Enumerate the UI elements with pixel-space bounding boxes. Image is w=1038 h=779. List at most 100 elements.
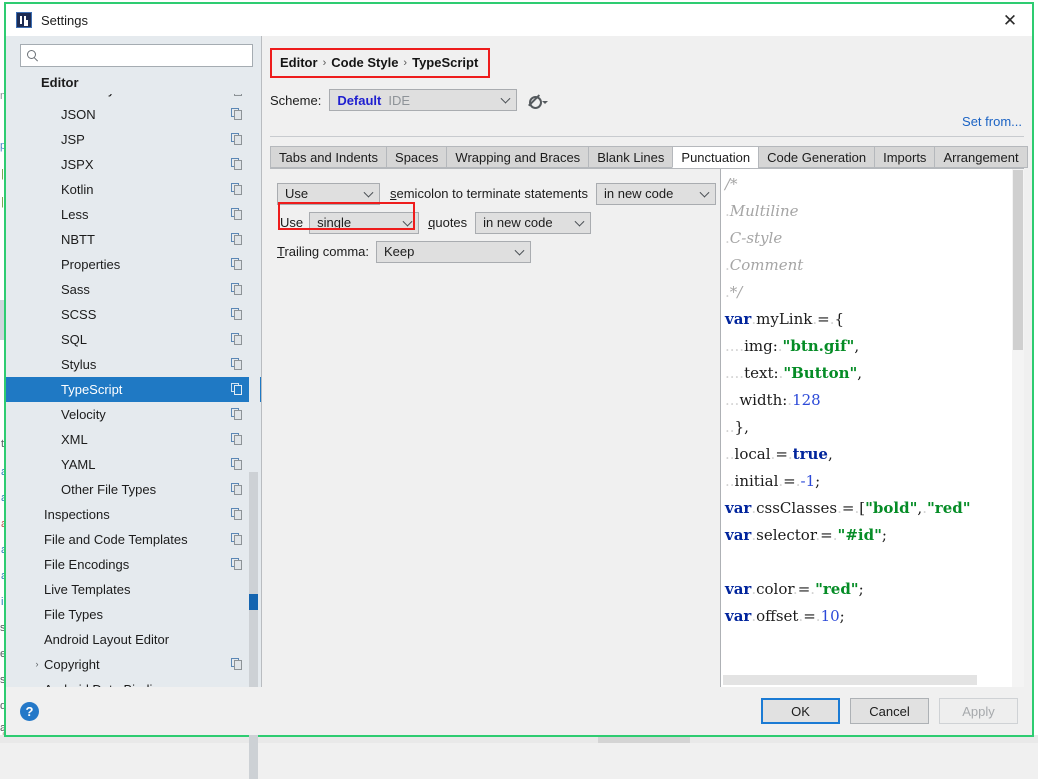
sidebar-item-file-and-code-templates[interactable]: File and Code Templates [6,527,261,552]
code-preview-text: /*.Multiline.C-style.Comment.*/var.myLin… [725,171,971,687]
sidebar-item-sql[interactable]: SQL [6,327,261,352]
code-line: ..local.=.true, [725,441,971,468]
sidebar-item-other-file-types[interactable]: Other File Types [6,477,261,502]
trailing-comma-select[interactable]: Keep [376,241,531,263]
chevron-right-icon[interactable]: › [30,659,44,669]
code-preview[interactable]: /*.Multiline.C-style.Comment.*/var.myLin… [720,169,1024,687]
sidebar-item-scss[interactable]: SCSS [6,302,261,327]
copy-icon[interactable] [231,508,243,520]
sidebar-item-label: Copyright [44,657,235,672]
copy-icon[interactable] [231,533,243,545]
tab-tabs-and-indents[interactable]: Tabs and Indents [270,146,386,168]
sidebar-item-android-data-binding[interactable]: Android Data Binding [6,677,261,687]
code-token: */ [730,283,743,301]
scheme-settings-button[interactable] [527,94,548,107]
sidebar-item-jspx[interactable]: JSPX [6,152,261,177]
code-token: , [857,364,862,382]
set-from-link[interactable]: Set from... [962,114,1022,129]
close-icon[interactable]: ✕ [998,8,1022,32]
sidebar-item-jsp[interactable]: JSP [6,127,261,152]
semicolon-mode-select[interactable]: Use [277,183,380,205]
cancel-button[interactable]: Cancel [850,698,929,724]
help-icon[interactable]: ? [20,702,39,721]
copy-icon[interactable] [231,308,243,320]
breadcrumb-mid[interactable]: Code Style [331,55,398,70]
copy-icon[interactable] [231,358,243,370]
dialog-action-buttons: OK Cancel Apply [761,698,1018,724]
tab-blank-lines[interactable]: Blank Lines [588,146,672,168]
copy-icon[interactable] [231,383,243,395]
copy-icon[interactable] [231,283,243,295]
ok-button[interactable]: OK [761,698,840,724]
sidebar-item-sass[interactable]: Sass [6,277,261,302]
copy-icon[interactable] [231,158,243,170]
sidebar-item-xml[interactable]: XML [6,427,261,452]
search-box[interactable] [20,44,253,67]
code-token: .... [725,364,744,382]
sidebar-item-label: File and Code Templates [44,532,235,547]
code-token: /* [725,175,738,193]
tab-punctuation[interactable]: Punctuation [672,146,758,168]
sidebar-item-less[interactable]: Less [6,202,261,227]
copy-icon[interactable] [231,258,243,270]
preview-hscrollbar-thumb[interactable] [723,675,977,685]
tab-code-generation[interactable]: Code Generation [758,146,874,168]
preview-hscrollbar-track[interactable] [721,674,1012,687]
search-input[interactable] [43,48,247,64]
code-token: selector [756,526,815,544]
copy-icon[interactable] [231,183,243,195]
copy-icon[interactable] [231,233,243,245]
copy-icon[interactable] [231,408,243,420]
sidebar-item-stylus[interactable]: Stylus [6,352,261,377]
apply-button[interactable]: Apply [939,698,1018,724]
code-token: = [803,607,816,625]
preview-vscrollbar-track[interactable] [1012,169,1024,687]
sidebar-item-android-layout-editor[interactable]: Android Layout Editor [6,627,261,652]
quote-scope-select[interactable]: in new code [475,212,591,234]
sidebar-item-velocity[interactable]: Velocity [6,402,261,427]
sidebar-item-label: Code Style [61,94,235,97]
sidebar-item-label: SCSS [61,307,235,322]
copy-icon[interactable] [231,558,243,570]
sidebar-item-json[interactable]: JSON [6,102,261,127]
sidebar-item-label: Less [61,207,235,222]
sidebar-item-copyright[interactable]: ›Copyright [6,652,261,677]
copy-icon[interactable] [231,433,243,445]
code-line: ....text:."Button", [725,360,971,387]
sidebar-scrollbar-track[interactable] [249,214,260,674]
sidebar-item-label: Android Layout Editor [44,632,235,647]
sidebar-item-kotlin[interactable]: Kotlin [6,177,261,202]
sidebar-item-file-encodings[interactable]: File Encodings [6,552,261,577]
sidebar-item-properties[interactable]: Properties [6,252,261,277]
preview-vscrollbar-thumb[interactable] [1013,170,1023,350]
tab-spaces[interactable]: Spaces [386,146,446,168]
copy-icon[interactable] [231,483,243,495]
copy-icon[interactable] [231,108,243,120]
sidebar-item-typescript[interactable]: TypeScript [6,377,261,402]
copy-icon[interactable] [231,208,243,220]
semicolon-row-label: semicolon to terminate statements [390,186,588,201]
sidebar-item-live-templates[interactable]: Live Templates [6,577,261,602]
sidebar-item-nbtt[interactable]: NBTT [6,227,261,252]
quote-style-select[interactable]: single [309,212,419,234]
copy-icon[interactable] [231,133,243,145]
sidebar-item-inspections[interactable]: Inspections [6,502,261,527]
sidebar-item-label: JSON [61,107,235,122]
copy-icon[interactable] [231,333,243,345]
sidebar-item-yaml[interactable]: YAML [6,452,261,477]
breadcrumb-separator-icon: › [323,57,327,69]
code-token: -1 [801,472,816,490]
tab-wrapping-and-braces[interactable]: Wrapping and Braces [446,146,588,168]
tab-imports[interactable]: Imports [874,146,934,168]
sidebar-tree[interactable]: JSON JSPJSPXKotlin Less NBTTPropertiesSass S… [6,102,261,687]
copy-icon[interactable] [231,458,243,470]
breadcrumb-root[interactable]: Editor [280,55,318,70]
sidebar-item-clipped[interactable]: Code Style [6,94,261,102]
scheme-select[interactable]: Default IDE [329,89,517,111]
tab-arrangement[interactable]: Arrangement [934,146,1027,168]
sidebar-item-label: File Types [44,607,235,622]
quote-style-value: single [317,215,351,230]
semicolon-scope-select[interactable]: in new code [596,183,716,205]
sidebar-item-file-types[interactable]: File Types [6,602,261,627]
copy-icon[interactable] [231,658,243,670]
